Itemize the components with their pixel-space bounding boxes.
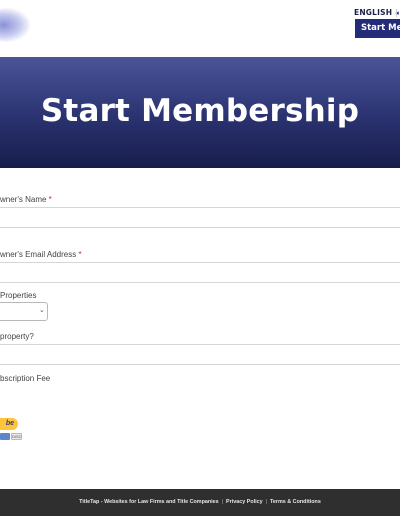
privacy-policy-link[interactable]: Privacy Policy (226, 499, 263, 505)
language-label: ENGLISH (354, 8, 393, 17)
card-logo-icon (0, 433, 10, 440)
terms-link[interactable]: Terms & Conditions (270, 499, 321, 505)
owner-email-input[interactable] (0, 262, 400, 283)
owner-name-label: wner's Name * (0, 195, 52, 204)
chevron-down-icon: ⌄ (39, 307, 45, 314)
footer-brand-link[interactable]: TitleTap - Websites for Law Firms and Ti… (79, 499, 218, 505)
property-input[interactable] (0, 344, 400, 365)
footer-separator: | (221, 499, 224, 505)
language-switcher[interactable]: ENGLISH ◂ (354, 8, 399, 17)
owner-name-input[interactable] (0, 207, 400, 228)
start-membership-button[interactable]: Start Membership (355, 19, 400, 38)
site-logo[interactable] (0, 8, 30, 42)
required-mark: * (78, 250, 82, 259)
property-question-label: property? (0, 332, 34, 341)
subscription-fee-label: bscription Fee (0, 374, 51, 383)
page-title: Start Membership (40, 93, 360, 129)
paypal-subscribe-button[interactable]: be (0, 418, 18, 430)
discover-card-icon: DISC (11, 433, 22, 440)
footer-separator: | (265, 499, 268, 505)
properties-label: Properties (0, 291, 37, 300)
required-mark: * (48, 195, 52, 204)
header-divider (396, 9, 397, 17)
owner-email-label: wner's Email Address * (0, 250, 82, 259)
footer-links: TitleTap - Websites for Law Firms and Ti… (0, 489, 400, 516)
